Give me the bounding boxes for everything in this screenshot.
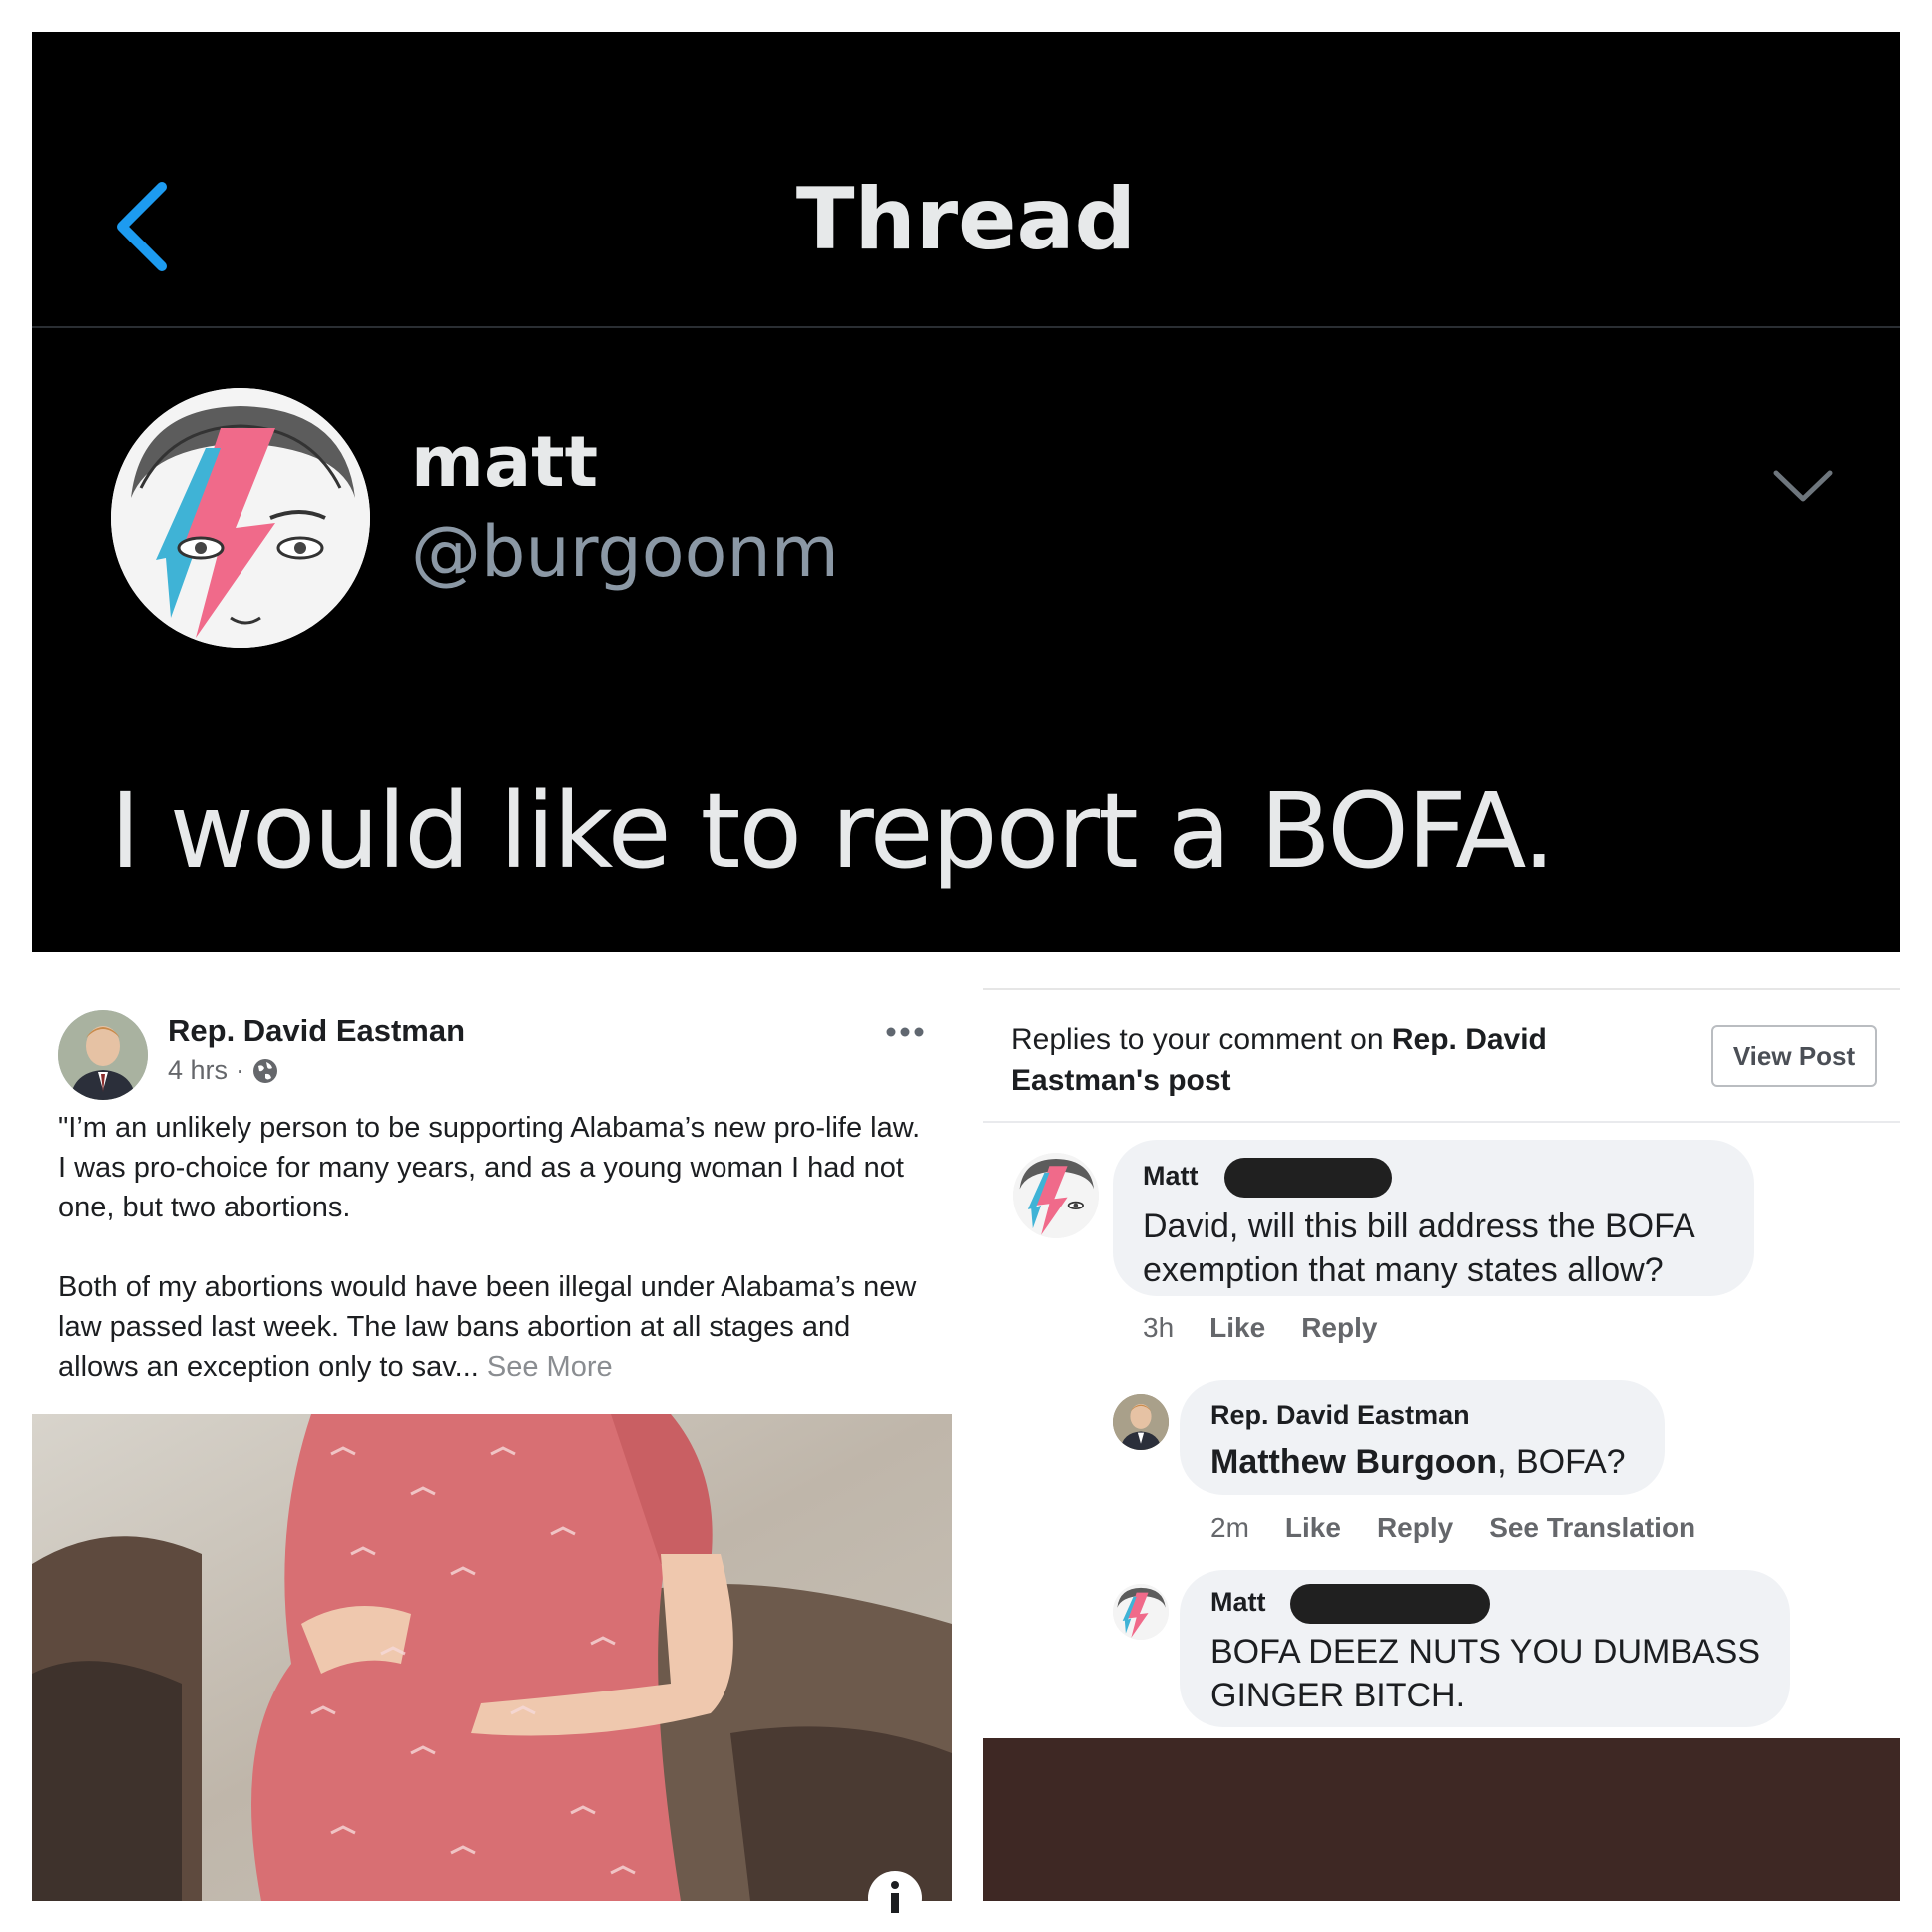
like-button[interactable]: Like — [1285, 1512, 1341, 1544]
comment-text: BOFA DEEZ NUTS YOU DUMBASS GINGER BITCH. — [1210, 1633, 1761, 1714]
pregnant-woman-photo-icon — [32, 1414, 952, 1901]
author-photo-icon — [58, 1010, 148, 1100]
replies-panel: Replies to your comment on Rep. David Ea… — [983, 983, 1900, 1901]
author-name[interactable]: Rep. David Eastman — [168, 1013, 465, 1049]
info-icon[interactable] — [868, 1871, 922, 1925]
chevron-down-icon[interactable] — [1768, 461, 1838, 511]
comment-text-rest: , BOFA? — [1497, 1443, 1626, 1481]
lightning-face-avatar-icon — [111, 388, 370, 648]
info-glyph-icon — [891, 1881, 899, 1913]
dark-footer-block — [983, 1738, 1900, 1901]
meta-separator: · — [236, 1055, 245, 1085]
post-body: "I’m an unlikely person to be supporting… — [58, 1108, 936, 1387]
view-post-button[interactable]: View Post — [1711, 1025, 1877, 1087]
globe-icon — [253, 1058, 278, 1083]
post-paragraph: "I’m an unlikely person to be supporting… — [58, 1112, 921, 1223]
lightning-face-avatar-icon — [1113, 1584, 1169, 1640]
header-divider — [32, 326, 1900, 328]
commenter-name[interactable]: Matt — [1210, 1587, 1266, 1618]
see-translation-button[interactable]: See Translation — [1489, 1512, 1695, 1544]
comment-time[interactable]: 3h — [1143, 1312, 1174, 1344]
mention-link[interactable]: Matthew Burgoon — [1210, 1443, 1497, 1481]
see-more-link[interactable]: See More — [487, 1351, 613, 1383]
post-photo[interactable] — [32, 1414, 952, 1901]
author-photo-icon — [1113, 1394, 1169, 1450]
like-button[interactable]: Like — [1209, 1312, 1265, 1344]
commenter-avatar[interactable] — [1013, 1153, 1099, 1238]
header-title: Thread — [795, 170, 1137, 269]
post-time[interactable]: 4 hrs — [168, 1055, 228, 1086]
reply-button[interactable]: Reply — [1301, 1312, 1377, 1344]
commenter-name[interactable]: Matt — [1143, 1161, 1199, 1192]
commenter-avatar[interactable] — [1113, 1394, 1169, 1450]
post-paragraph: Both of my abortions would have been ill… — [58, 1267, 936, 1387]
author-avatar[interactable] — [58, 1010, 148, 1100]
panel-top-divider — [983, 988, 1900, 990]
user-handle[interactable]: @burgoonm — [411, 511, 839, 593]
header-prefix: Replies to your comment on — [1011, 1023, 1392, 1056]
header-divider — [983, 1121, 1900, 1123]
comment-actions: 3h Like Reply — [1143, 1312, 1377, 1344]
twitter-thread-panel: Thread matt @burgoonm I would like to re… — [32, 32, 1900, 952]
avatar[interactable] — [111, 388, 370, 648]
header-suffix: post — [1159, 1064, 1231, 1097]
comment-time[interactable]: 2m — [1210, 1512, 1249, 1544]
replies-header: Replies to your comment on Rep. David Ea… — [1011, 1019, 1570, 1101]
commenter-name[interactable]: Rep. David Eastman — [1210, 1400, 1470, 1431]
comment-actions: 2m Like Reply See Translation — [1210, 1512, 1695, 1544]
lightning-face-avatar-icon — [1013, 1153, 1099, 1238]
redaction-bar — [1224, 1158, 1392, 1198]
reply-button[interactable]: Reply — [1377, 1512, 1453, 1544]
user-name[interactable]: matt — [411, 421, 598, 503]
more-options-icon[interactable] — [885, 1025, 925, 1039]
facebook-post-panel: Rep. David Eastman 4 hrs · "I’m an unlik… — [32, 983, 952, 1925]
commenter-avatar[interactable] — [1113, 1584, 1169, 1640]
comment-text: David, will this bill address the BOFA e… — [1143, 1208, 1693, 1289]
redaction-bar — [1290, 1584, 1490, 1624]
post-meta: 4 hrs · — [168, 1055, 278, 1086]
comment-text: Matthew Burgoon, BOFA? — [1210, 1440, 1670, 1484]
tweet-text: I would like to report a BOFA. — [110, 770, 1556, 892]
